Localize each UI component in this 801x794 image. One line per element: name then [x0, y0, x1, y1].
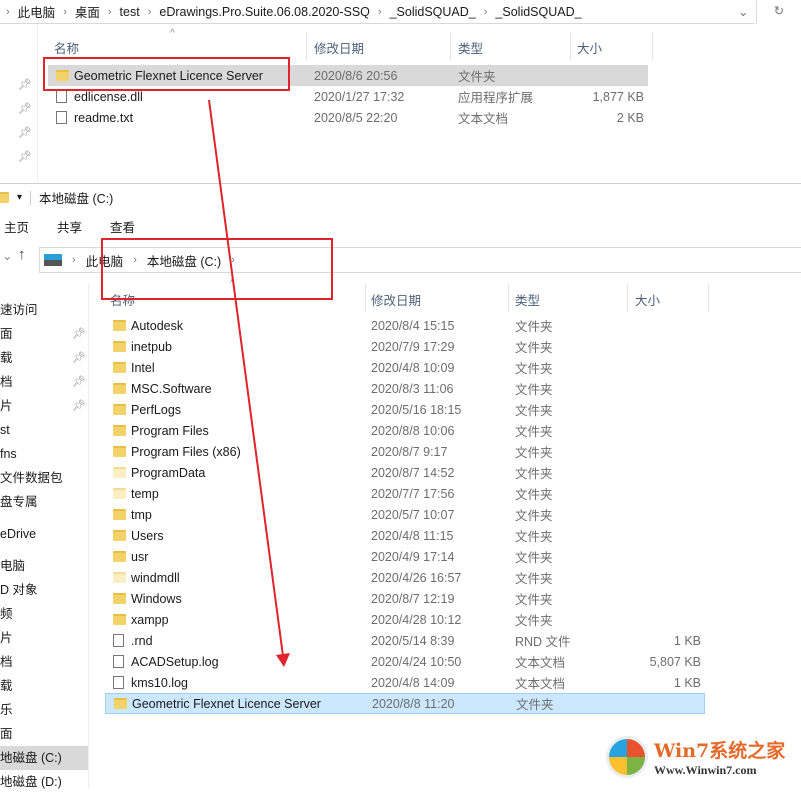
- watermark-url: Www.Winwin7.com: [654, 763, 757, 777]
- windows-logo-icon: [606, 736, 648, 778]
- arrow-line: [208, 99, 284, 657]
- arrow-head: [276, 653, 290, 667]
- annotation-arrow: [208, 99, 290, 667]
- watermark-logo: Win7系统之家 Www.Winwin7.com: [606, 736, 785, 778]
- watermark-brand: Win7系统之家: [654, 740, 786, 762]
